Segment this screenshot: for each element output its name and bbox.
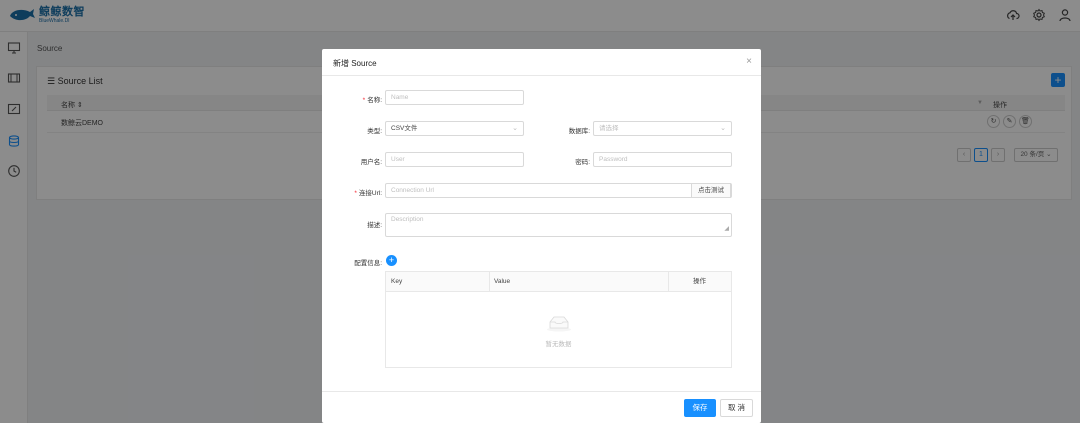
database-select[interactable]: 请选择 ⌄ [593, 121, 732, 136]
name-placeholder: Name [391, 94, 409, 101]
username-input[interactable]: User [385, 152, 524, 167]
empty-text: 暂无数据 [545, 341, 572, 348]
chevron-down-icon: ⌄ [720, 125, 726, 132]
config-table-header: Key Value 操作 [386, 272, 731, 292]
username-placeholder: User [391, 156, 405, 163]
config-label: 配置信息: [354, 260, 382, 267]
description-textarea[interactable]: Description ◢ [385, 213, 732, 237]
description-placeholder: Description [391, 216, 424, 223]
new-source-modal: 新增 Source × * 名称: Name 类型: CSV文件 ⌄ 数据库: 请… [322, 49, 761, 423]
chevron-down-icon: ⌄ [512, 125, 518, 132]
description-label: 描述: [367, 222, 382, 229]
required-mark: * [354, 190, 357, 197]
database-label: 数据库: [568, 128, 590, 135]
name-input[interactable]: Name [385, 90, 524, 105]
database-placeholder: 请选择 [599, 125, 619, 132]
modal-footer: 保存 取 消 [322, 391, 761, 423]
key-column-header: Key [391, 278, 403, 285]
password-input[interactable]: Password [593, 152, 732, 167]
actions-column-header: 操作 [693, 278, 706, 285]
url-placeholder: Connection Url [391, 187, 434, 194]
password-placeholder: Password [599, 156, 628, 163]
url-input[interactable]: Connection Url 点击测试 [385, 183, 732, 198]
type-select[interactable]: CSV文件 ⌄ [385, 121, 524, 136]
required-mark: * [362, 97, 366, 104]
modal-title: 新增 Source [333, 59, 377, 68]
config-table: Key Value 操作 暂无数据 [385, 271, 732, 368]
name-label: * 名称: [362, 97, 382, 104]
save-button[interactable]: 保存 [684, 399, 716, 417]
close-icon[interactable]: × [746, 56, 752, 67]
cancel-button[interactable]: 取 消 [720, 399, 753, 417]
column-divider [489, 272, 490, 292]
password-label: 密码: [575, 159, 590, 166]
url-label: * 连接Url: [354, 190, 382, 197]
username-label: 用户名: [360, 159, 382, 166]
empty-inbox-icon [547, 316, 571, 332]
modal-header: 新增 Source × [322, 49, 761, 76]
type-value: CSV文件 [391, 125, 418, 132]
test-connection-button[interactable]: 点击测试 [691, 183, 731, 198]
value-column-header: Value [494, 278, 511, 285]
add-config-button[interactable]: + [386, 255, 397, 266]
resize-handle-icon[interactable]: ◢ [724, 223, 729, 235]
type-label: 类型: [367, 128, 382, 135]
